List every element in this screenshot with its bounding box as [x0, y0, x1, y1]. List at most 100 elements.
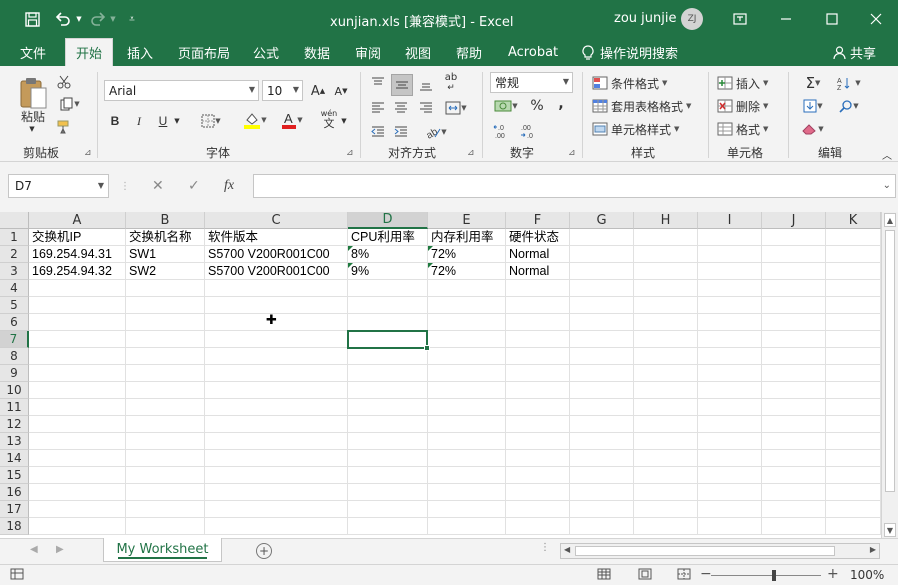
- cell-b1[interactable]: 交换机名称: [126, 229, 205, 246]
- redo-icon[interactable]: [88, 0, 108, 38]
- cell-k12[interactable]: [826, 416, 881, 433]
- cell-c4[interactable]: [205, 280, 348, 297]
- tab-insert[interactable]: 插入: [127, 38, 153, 66]
- row-header-7[interactable]: 7: [0, 331, 29, 348]
- cell-j13[interactable]: [762, 433, 826, 450]
- cell-f17[interactable]: [506, 501, 570, 518]
- cell-i6[interactable]: [698, 314, 762, 331]
- autosum-button[interactable]: Σ ▼: [798, 74, 828, 92]
- cell-e5[interactable]: [428, 297, 506, 314]
- tab-file[interactable]: 文件: [20, 38, 46, 66]
- customize-icon[interactable]: ⩡: [124, 0, 140, 38]
- row-header-13[interactable]: 13: [0, 433, 29, 450]
- cell-j6[interactable]: [762, 314, 826, 331]
- clipboard-launcher-icon[interactable]: ⊿: [84, 148, 92, 158]
- row-header-1[interactable]: 1: [0, 229, 29, 246]
- cell-j12[interactable]: [762, 416, 826, 433]
- cell-j8[interactable]: [762, 348, 826, 365]
- cell-c7[interactable]: [205, 331, 348, 348]
- error-indicator-icon[interactable]: [428, 246, 433, 251]
- cell-f6[interactable]: [506, 314, 570, 331]
- cell-a5[interactable]: [29, 297, 126, 314]
- row-header-16[interactable]: 16: [0, 484, 29, 501]
- cell-c10[interactable]: [205, 382, 348, 399]
- tab-acrobat[interactable]: Acrobat: [508, 38, 558, 66]
- cell-a4[interactable]: [29, 280, 126, 297]
- cell-h14[interactable]: [634, 450, 698, 467]
- cell-a9[interactable]: [29, 365, 126, 382]
- name-box[interactable]: D7 ▼: [8, 174, 109, 198]
- cell-b7[interactable]: [126, 331, 205, 348]
- avatar[interactable]: ZJ: [681, 8, 703, 30]
- cell-g10[interactable]: [570, 382, 634, 399]
- cell-e14[interactable]: [428, 450, 506, 467]
- cell-d10[interactable]: [348, 382, 428, 399]
- cell-k4[interactable]: [826, 280, 881, 297]
- zoom-slider-knob[interactable]: [772, 570, 776, 581]
- cell-i17[interactable]: [698, 501, 762, 518]
- enter-icon[interactable]: ✓: [188, 174, 200, 198]
- cell-a3[interactable]: 169.254.94.32: [29, 263, 126, 280]
- row-header-4[interactable]: 4: [0, 280, 29, 297]
- cell-k14[interactable]: [826, 450, 881, 467]
- format-painter-icon[interactable]: [56, 119, 74, 135]
- cell-d9[interactable]: [348, 365, 428, 382]
- paste-dropdown-icon[interactable]: ▼: [26, 124, 38, 134]
- sheet-next-icon[interactable]: ▶: [56, 544, 64, 555]
- find-select-icon[interactable]: ▼: [834, 97, 864, 115]
- cell-g13[interactable]: [570, 433, 634, 450]
- cell-c11[interactable]: [205, 399, 348, 416]
- cell-f4[interactable]: [506, 280, 570, 297]
- zoom-out-button[interactable]: −: [700, 566, 712, 582]
- maximize-icon[interactable]: [809, 0, 855, 38]
- cell-c12[interactable]: [205, 416, 348, 433]
- decrease-font-icon[interactable]: A ▼: [331, 81, 351, 101]
- cell-f1[interactable]: 硬件状态: [506, 229, 570, 246]
- middle-align-icon[interactable]: [391, 74, 413, 96]
- cell-k18[interactable]: [826, 518, 881, 535]
- cell-h10[interactable]: [634, 382, 698, 399]
- cell-k1[interactable]: [826, 229, 881, 246]
- cell-h3[interactable]: [634, 263, 698, 280]
- select-all-corner[interactable]: [0, 212, 29, 229]
- cell-f11[interactable]: [506, 399, 570, 416]
- cell-h7[interactable]: [634, 331, 698, 348]
- cell-d17[interactable]: [348, 501, 428, 518]
- cell-h1[interactable]: [634, 229, 698, 246]
- cell-e1[interactable]: 内存利用率: [428, 229, 506, 246]
- cell-h13[interactable]: [634, 433, 698, 450]
- insert-function-button[interactable]: fx: [224, 174, 234, 198]
- cell-a10[interactable]: [29, 382, 126, 399]
- tab-split-grip-icon[interactable]: ⋮: [540, 542, 550, 553]
- cell-i15[interactable]: [698, 467, 762, 484]
- cell-i2[interactable]: [698, 246, 762, 263]
- share-button[interactable]: 共享: [833, 38, 876, 66]
- bold-button[interactable]: B: [106, 111, 124, 131]
- cell-a14[interactable]: [29, 450, 126, 467]
- cell-f12[interactable]: [506, 416, 570, 433]
- cell-f15[interactable]: [506, 467, 570, 484]
- decrease-indent-icon[interactable]: [368, 122, 388, 142]
- cell-h2[interactable]: [634, 246, 698, 263]
- cell-k8[interactable]: [826, 348, 881, 365]
- cell-d4[interactable]: [348, 280, 428, 297]
- cell-f13[interactable]: [506, 433, 570, 450]
- delete-cells-button[interactable]: 删除 ▼: [717, 97, 781, 115]
- cell-e2[interactable]: 72%: [428, 246, 506, 263]
- cell-g9[interactable]: [570, 365, 634, 382]
- user-name[interactable]: zou junjie: [614, 11, 676, 26]
- cell-b9[interactable]: [126, 365, 205, 382]
- error-indicator-icon[interactable]: [348, 263, 353, 268]
- ribbon-display-icon[interactable]: [717, 0, 763, 38]
- row-header-12[interactable]: 12: [0, 416, 29, 433]
- cell-f9[interactable]: [506, 365, 570, 382]
- cell-j14[interactable]: [762, 450, 826, 467]
- cell-d16[interactable]: [348, 484, 428, 501]
- cell-d7[interactable]: [348, 331, 428, 348]
- cell-h11[interactable]: [634, 399, 698, 416]
- top-align-icon[interactable]: [368, 74, 388, 94]
- cell-e13[interactable]: [428, 433, 506, 450]
- cell-a1[interactable]: 交换机IP: [29, 229, 126, 246]
- error-indicator-icon[interactable]: [348, 246, 353, 251]
- cell-c1[interactable]: 软件版本: [205, 229, 348, 246]
